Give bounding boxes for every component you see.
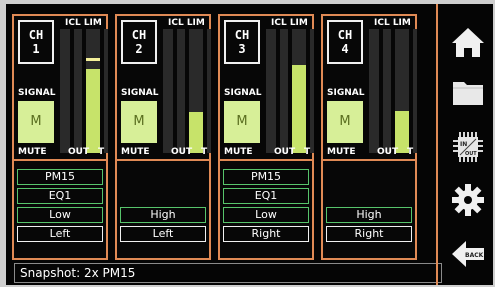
lim-meter (280, 29, 288, 153)
channel-select-button[interactable]: CH 3 (224, 20, 260, 64)
lim-meter (383, 29, 391, 153)
signal-mute-button[interactable]: M (224, 101, 260, 143)
channel-separator (14, 159, 106, 161)
channel-separator (323, 159, 415, 161)
t-label: T (304, 147, 311, 157)
meter-labels: MUTE OUT T (222, 147, 314, 157)
out-meter-fill (86, 69, 100, 153)
home-icon (452, 28, 484, 57)
channel-number: 3 (238, 42, 246, 56)
meter-labels: MUTE OUT T (119, 147, 211, 157)
signal-label: SIGNAL (224, 88, 262, 98)
signal-mute-button[interactable]: M (121, 101, 157, 143)
gear-icon (452, 184, 484, 216)
signal-label: SIGNAL (18, 88, 56, 98)
folder-button[interactable] (450, 74, 486, 110)
icl-meter (369, 29, 379, 153)
meter-labels: MUTE OUT T (325, 147, 417, 157)
channel-label: CH (337, 28, 353, 42)
mute-label: MUTE (18, 147, 47, 157)
icl-lim-label: ICL LIM (65, 18, 102, 28)
back-button[interactable]: BACK (450, 236, 486, 272)
icl-meter (60, 29, 70, 153)
t-meter (207, 29, 211, 153)
t-meter (310, 29, 314, 153)
out-label: OUT (377, 147, 399, 157)
icl-meter (163, 29, 173, 153)
function-side-button[interactable]: Right (326, 226, 412, 242)
channel-number: 1 (32, 42, 40, 56)
back-label: BACK (465, 252, 484, 259)
signal-label: SIGNAL (121, 88, 159, 98)
icl-meter (266, 29, 276, 153)
home-button[interactable] (450, 24, 486, 60)
folder-icon (453, 82, 483, 105)
out-meter-peak (86, 58, 100, 61)
chip-out-label: OUT (465, 151, 477, 157)
channel-number: 4 (341, 42, 349, 56)
function-band-button[interactable]: High (326, 207, 412, 223)
channel-select-button[interactable]: CH 1 (18, 20, 54, 64)
channel-strip-3: CH 3 ICL LIM SIGNAL M MUTE OUT T PM15 EQ… (218, 14, 314, 260)
icl-lim-label: ICL LIM (271, 18, 308, 28)
settings-button[interactable] (450, 182, 486, 218)
channel-label: CH (131, 28, 147, 42)
in-out-button[interactable]: IN OUT (450, 129, 486, 165)
sidebar-divider (436, 4, 438, 285)
out-meter (292, 29, 306, 153)
function-band-button[interactable]: Low (17, 207, 103, 223)
function-preset-button[interactable]: PM15 (17, 169, 103, 185)
channel-select-button[interactable]: CH 2 (121, 20, 157, 64)
t-meter (104, 29, 108, 153)
out-meter (86, 29, 100, 153)
function-eq-button[interactable]: EQ1 (223, 188, 309, 204)
signal-mute-button[interactable]: M (327, 101, 363, 143)
in-out-chip-icon: IN OUT (453, 132, 483, 162)
out-meter (395, 29, 409, 153)
meter-labels: MUTE OUT T (16, 147, 108, 157)
function-band-button[interactable]: Low (223, 207, 309, 223)
lim-meter (177, 29, 185, 153)
t-label: T (98, 147, 105, 157)
function-eq-button[interactable]: EQ1 (17, 188, 103, 204)
out-meter (189, 29, 203, 153)
channel-number: 2 (135, 42, 143, 56)
out-meter-fill (292, 65, 306, 153)
mute-label: MUTE (327, 147, 356, 157)
status-bar: Snapshot: 2x PM15 (14, 263, 442, 283)
signal-label: SIGNAL (327, 88, 365, 98)
function-side-button[interactable]: Right (223, 226, 309, 242)
channel-strip-4: CH 4 ICL LIM SIGNAL M MUTE OUT T High Ri… (321, 14, 417, 260)
channel-label: CH (234, 28, 250, 42)
icl-lim-label: ICL LIM (374, 18, 411, 28)
channel-label: CH (28, 28, 44, 42)
back-arrow-icon: BACK (452, 241, 484, 267)
channel-strip-1: CH 1 ICL LIM SIGNAL M MUTE OUT T PM15 EQ… (12, 14, 108, 260)
out-label: OUT (68, 147, 90, 157)
lim-meter (74, 29, 82, 153)
mute-label: MUTE (224, 147, 253, 157)
icl-lim-label: ICL LIM (168, 18, 205, 28)
function-side-button[interactable]: Left (120, 226, 206, 242)
channel-strip-2: CH 2 ICL LIM SIGNAL M MUTE OUT T High Le… (115, 14, 211, 260)
channel-separator (220, 159, 312, 161)
t-meter (413, 29, 417, 153)
function-preset-button[interactable]: PM15 (223, 169, 309, 185)
function-side-button[interactable]: Left (17, 226, 103, 242)
function-band-button[interactable]: High (120, 207, 206, 223)
chip-in-label: IN (460, 141, 467, 148)
mute-label: MUTE (121, 147, 150, 157)
out-label: OUT (274, 147, 296, 157)
t-label: T (407, 147, 414, 157)
t-label: T (201, 147, 208, 157)
channel-separator (117, 159, 209, 161)
channel-select-button[interactable]: CH 4 (327, 20, 363, 64)
device-screen: CH 1 ICL LIM SIGNAL M MUTE OUT T PM15 EQ… (6, 4, 493, 285)
out-label: OUT (171, 147, 193, 157)
signal-mute-button[interactable]: M (18, 101, 54, 143)
